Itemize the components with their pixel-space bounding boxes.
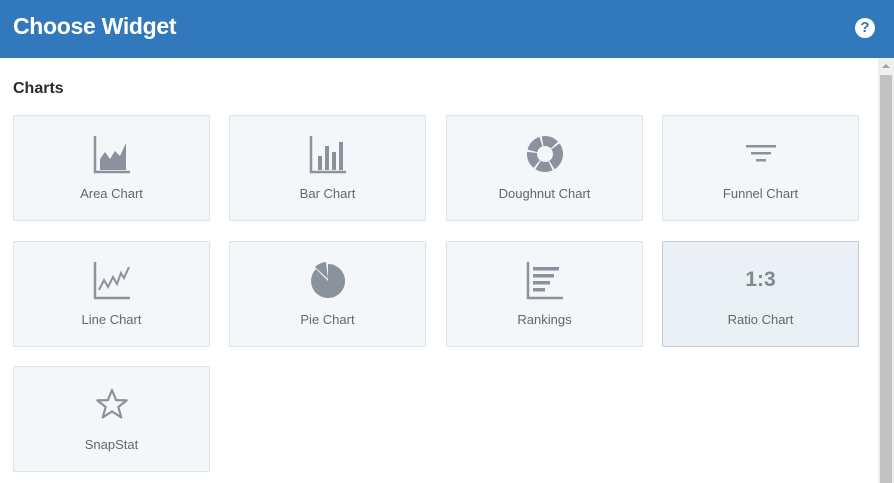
help-icon[interactable]: ?	[855, 18, 875, 38]
widget-tile-line-chart[interactable]: Line Chart	[13, 241, 210, 347]
widget-label: Bar Chart	[299, 186, 356, 201]
widget-tile-bar-chart[interactable]: Bar Chart	[229, 115, 426, 221]
widget-tile-rankings[interactable]: Rankings	[446, 241, 643, 347]
widget-list: Charts Area Chart Bar Chart Doughnut Cha…	[0, 58, 878, 483]
scroll-up-icon[interactable]	[878, 58, 894, 74]
star-icon	[92, 385, 132, 425]
ratio-icon: 1:3	[745, 268, 776, 291]
widget-label: Funnel Chart	[722, 186, 799, 201]
doughnut-chart-icon	[525, 134, 565, 174]
widget-label: Line Chart	[81, 312, 142, 327]
widget-label: Pie Chart	[300, 312, 355, 327]
rankings-icon	[525, 260, 565, 300]
scroll-thumb[interactable]	[880, 75, 892, 483]
widget-tile-funnel-chart[interactable]: Funnel Chart	[662, 115, 859, 221]
widget-label: Rankings	[517, 312, 572, 327]
dialog-header: Choose Widget ?	[0, 0, 894, 58]
widget-tile-snapstat[interactable]: SnapStat	[13, 366, 210, 472]
bar-chart-icon	[308, 134, 348, 174]
vertical-scrollbar[interactable]	[878, 58, 894, 483]
widget-tile-pie-chart[interactable]: Pie Chart	[229, 241, 426, 347]
widget-tile-area-chart[interactable]: Area Chart	[13, 115, 210, 221]
pie-chart-icon	[308, 260, 348, 300]
widget-label: SnapStat	[84, 437, 139, 452]
line-chart-icon	[92, 260, 132, 300]
funnel-chart-icon	[741, 134, 781, 174]
widget-tile-doughnut-chart[interactable]: Doughnut Chart	[446, 115, 643, 221]
area-chart-icon	[92, 134, 132, 174]
widget-tile-ratio-chart[interactable]: 1:3 Ratio Chart	[662, 241, 859, 347]
section-title: Charts	[13, 80, 64, 97]
dialog-title: Choose Widget	[13, 13, 177, 39]
widget-label: Doughnut Chart	[498, 186, 591, 201]
widget-label: Ratio Chart	[727, 312, 794, 327]
widget-label: Area Chart	[80, 186, 143, 201]
